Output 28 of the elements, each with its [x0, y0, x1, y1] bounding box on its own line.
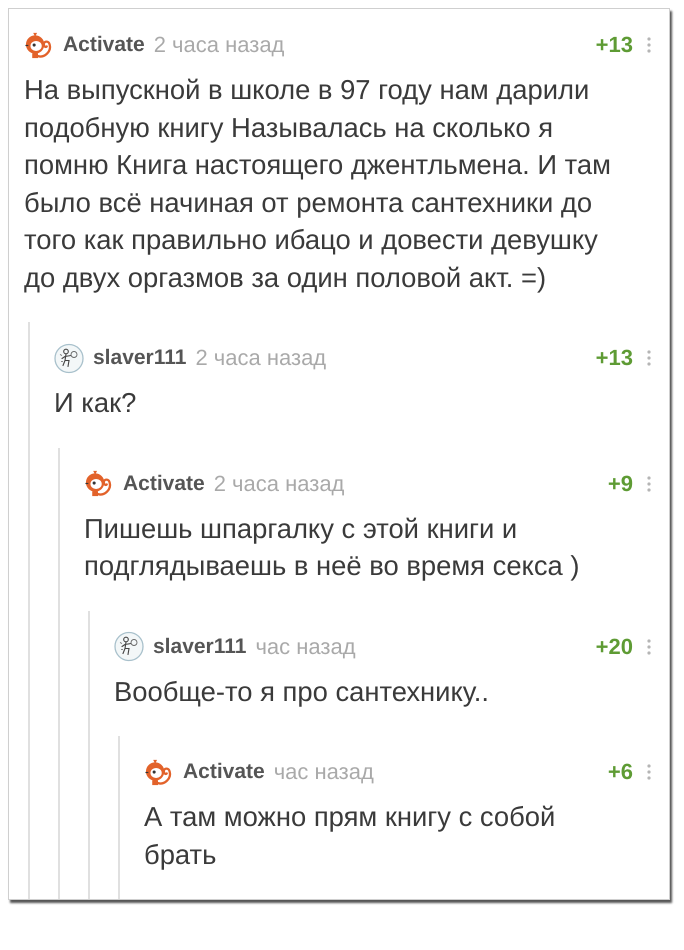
comment-time: час назад [274, 759, 374, 785]
comment-rating: +9 [608, 470, 633, 496]
comment-time: 2 часа назад [195, 345, 326, 371]
comment-time: 2 часа назад [214, 470, 344, 496]
comment-time: час назад [255, 634, 356, 660]
more-options-icon[interactable] [647, 350, 651, 366]
comment-time: 2 часа назад [154, 32, 284, 58]
comment-rating: +6 [608, 759, 633, 785]
stick-figure-avatar-icon[interactable] [114, 631, 144, 662]
more-options-icon[interactable] [647, 37, 651, 53]
stick-figure-avatar-icon[interactable] [54, 342, 84, 374]
comment-text: А там можно прям книгу с собой брать [144, 800, 556, 872]
more-options-icon[interactable] [647, 638, 651, 654]
comment-rating: +20 [596, 634, 633, 660]
comment-text: На выпускной в школе в 97 году нам дарили подобную книгу Называлась на сколько я помню Книга настоящего джентльмена. И там было всё начиная от ремонта сантехники до того как правильно ибацо и довести девушку до двух оргазмов за один половой акт. =) [24, 73, 612, 295]
comment-text: И как? [54, 386, 138, 420]
author-name[interactable]: slaver111 [93, 346, 186, 370]
monkey-avatar-icon[interactable] [84, 468, 114, 499]
author-name[interactable]: Activate [183, 760, 265, 784]
comment-text: Пишешь шпаргалку с этой книги и подглядываешь в неё во время секса ) [84, 512, 581, 583]
author-name[interactable]: Activate [63, 33, 145, 57]
more-options-icon[interactable] [647, 476, 651, 492]
comment-text: Вообще-то я про сантехнику.. [114, 674, 490, 709]
comment-rating: +13 [596, 345, 633, 371]
author-name[interactable]: slaver111 [153, 634, 246, 658]
author-name[interactable]: Activate [123, 472, 205, 496]
comment-rating: +13 [596, 32, 633, 58]
more-options-icon[interactable] [647, 764, 651, 780]
